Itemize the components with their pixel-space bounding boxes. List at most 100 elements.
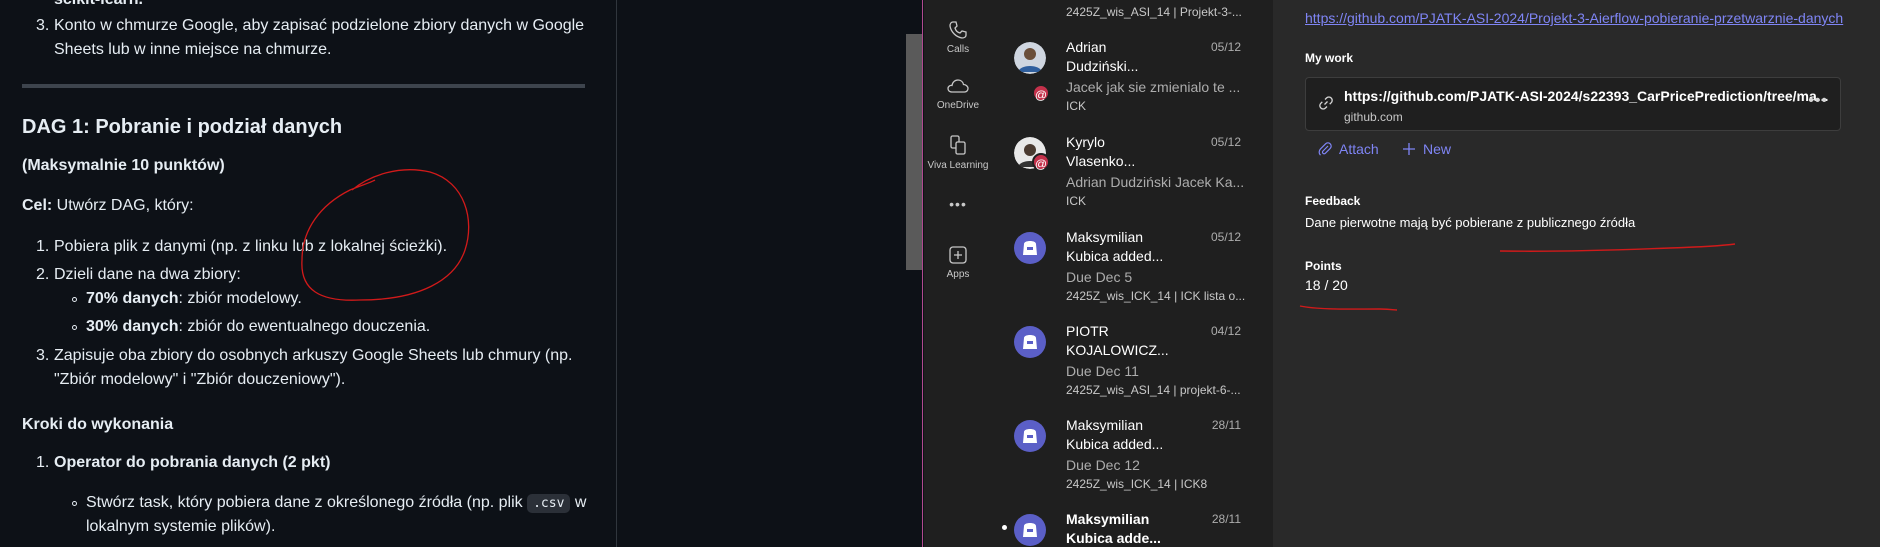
sender-name-cont: Kubica added... [1066, 436, 1164, 452]
list-item[interactable]: Maksymilian 28/11 Kubica added... Due De… [992, 414, 1273, 498]
cloud-icon [947, 79, 969, 93]
app-rail: Calls OneDrive Viva Learning ••• Apps [924, 0, 992, 547]
item-context: 2425Z_wis_ASI_14 | projekt-6-... [1066, 383, 1241, 397]
my-work-label: My work [1305, 51, 1354, 65]
list-number: 2. [36, 266, 50, 283]
bullet [72, 325, 77, 330]
item-date: 04/12 [1210, 324, 1241, 338]
item-context: 2425Z_wis_ICK_14 | ICK lista o... [1066, 289, 1246, 303]
assignment-detail-panel: https://github.com/PJATK-ASI-2024/Projek… [1273, 0, 1880, 547]
step-text: Pobiera plik z danymi (np. z linku lub z… [54, 238, 448, 255]
task-text: lokalnym systemie plików). [86, 518, 276, 535]
sender-name-cont: Dudziński... [1066, 58, 1139, 74]
link-domain: github.com [1344, 110, 1403, 124]
phone-icon [949, 21, 967, 39]
item-context: ICK [1066, 99, 1087, 113]
sender-name: Maksymilian [1066, 417, 1144, 433]
feedback-text: Dane pierwotne mają być pobierane z publ… [1305, 215, 1636, 230]
link-icon [1319, 96, 1333, 110]
sender-name: PIOTR [1066, 323, 1109, 339]
list-number: 1. [36, 454, 50, 471]
avatar [1014, 42, 1046, 74]
window-border [922, 0, 923, 547]
rail-onedrive[interactable]: OneDrive [924, 78, 992, 112]
step-text: Dzieli dane na dwa zbiory: [54, 266, 241, 283]
item-due: Due Dec 5 [1066, 269, 1133, 285]
plus-icon [1403, 143, 1415, 155]
points-label: Points [1305, 259, 1342, 273]
rail-label: Calls [946, 44, 970, 55]
list-item[interactable]: Maksymilian 05/12 Kubica added... Due De… [992, 226, 1273, 310]
new-label: New [1423, 141, 1452, 157]
rail-viva-learning[interactable]: Viva Learning [924, 134, 992, 172]
reference-link[interactable]: https://github.com/PJATK-ASI-2024/Projek… [1305, 10, 1843, 26]
list-item[interactable]: PIOTR 04/12 KOJALOWICZ... Due Dec 11 242… [992, 320, 1273, 404]
activity-feed: 2425Z_wis_ASI_14 | Projekt-3-... @ Adria… [992, 0, 1273, 547]
sender-name-cont: KOJALOWICZ... [1066, 342, 1169, 358]
list-item[interactable]: @ Kyrylo 05/12 Vlasenko... Adrian Dudziń… [992, 131, 1273, 215]
split-bold: 30% danych [86, 318, 179, 335]
apps-icon [949, 246, 967, 264]
goal-text: Utwórz DAG, który: [52, 197, 194, 214]
bullet [72, 297, 77, 302]
horizontal-rule [22, 84, 585, 88]
submitted-link[interactable]: https://github.com/PJATK-ASI-2024/s22393… [1344, 88, 1828, 104]
sender-name-cont: Vlasenko... [1066, 153, 1136, 169]
more-apps-icon[interactable]: ••• [924, 196, 992, 212]
rail-label: Viva Learning [927, 160, 989, 171]
operator-title: Operator do pobrania danych (2 pkt) [54, 454, 331, 471]
new-button[interactable]: New [1401, 141, 1451, 157]
book-icon [950, 135, 966, 155]
sender-name: Kyrylo [1066, 134, 1105, 150]
mention-badge: @ [1032, 84, 1050, 102]
item-context: 2425Z_wis_ICK_14 | ICK8 [1066, 477, 1208, 491]
item-due: Due Dec 12 [1066, 457, 1140, 473]
max-points: (Maksymalnie 10 punktów) [22, 157, 225, 174]
task-pre: Stwórz task, który pobiera dane z określ… [86, 494, 528, 511]
step-text: Zapisuje oba zbiory do osobnych arkuszy … [54, 347, 573, 364]
item-context: ICK [1066, 194, 1087, 208]
scrollbar-thumb[interactable] [906, 34, 922, 270]
item-preview: Jacek jak sie zmienialo te ... [1066, 79, 1241, 95]
attach-button[interactable]: Attach [1317, 141, 1379, 157]
assignment-bot-icon [1014, 232, 1046, 264]
list-number: 1. [36, 238, 50, 255]
goal-line: Cel: Utwórz DAG, który: [22, 196, 194, 216]
assignment-bot-icon [1014, 326, 1046, 358]
item-date: 28/11 [1211, 418, 1241, 432]
code-snippet: .csv [527, 494, 571, 513]
list-item[interactable]: Maksymilian 28/11 Kubica adde... [992, 508, 1273, 547]
split-item: 30% danych: zbiór do ewentualnego doucze… [86, 317, 430, 337]
dag-heading: DAG 1: Pobranie i podział danych [22, 116, 343, 138]
sender-name: Adrian [1066, 39, 1107, 55]
item-date: 05/12 [1210, 40, 1241, 54]
item-date: 05/12 [1210, 135, 1241, 149]
sender-name: Maksymilian [1066, 229, 1144, 245]
unread-dot [1002, 525, 1007, 530]
assignment-bot-icon [1014, 514, 1046, 546]
task-text: Stwórz task, który pobiera dane z określ… [86, 493, 586, 514]
item-date: 28/11 [1211, 512, 1241, 526]
list-number: 3. [36, 347, 50, 364]
assignment-instructions-document: scikit-learn. 3. Konto w chmurze Google,… [0, 0, 617, 547]
attach-label: Attach [1339, 141, 1379, 157]
rail-calls[interactable]: Calls [924, 20, 992, 56]
list-item[interactable]: @ Adrian 05/12 Dudziński... Jacek jak si… [992, 36, 1273, 120]
submitted-link-card[interactable]: https://github.com/PJATK-ASI-2024/s22393… [1305, 77, 1841, 131]
rail-apps[interactable]: Apps [924, 245, 992, 281]
assignment-bot-icon [1014, 420, 1046, 452]
split-bold: 70% danych [86, 290, 179, 307]
item-date: 05/12 [1210, 230, 1241, 244]
feed-context: 2425Z_wis_ASI_14 | Projekt-3-... [1066, 5, 1242, 19]
goal-label: Cel: [22, 197, 53, 214]
rail-label: Apps [946, 269, 970, 280]
points-value: 18 / 20 [1305, 277, 1348, 293]
more-options-icon[interactable]: ••• [1808, 92, 1828, 110]
step-text: "Zbiór modelowy" i "Zbiór douczeniowy"). [54, 371, 346, 388]
cut-off-text: scikit-learn. [54, 0, 143, 10]
requirement-text: Konto w chmurze Google, aby zapisać podz… [54, 17, 585, 34]
todo-heading: Kroki do wykonania [22, 416, 174, 433]
sender-name-cont: Kubica adde... [1066, 530, 1161, 546]
rail-label: OneDrive [936, 100, 980, 111]
sender-name: Maksymilian [1066, 511, 1150, 527]
